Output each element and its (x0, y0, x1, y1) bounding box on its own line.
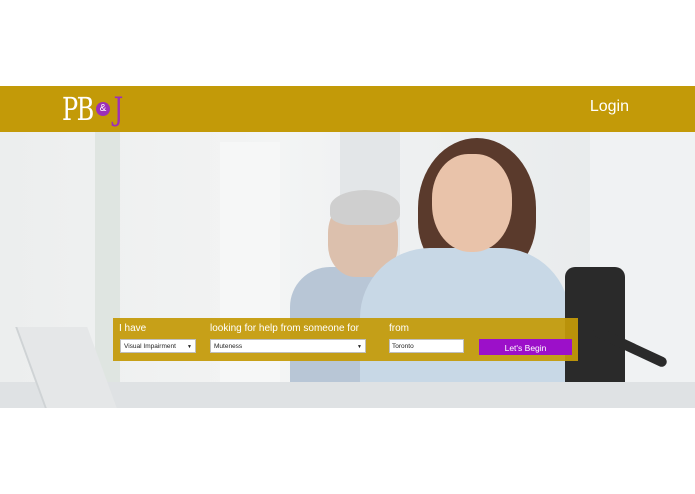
hero-woman-face (432, 154, 512, 252)
hero-image (0, 132, 695, 408)
logo-ampersand: & (96, 102, 110, 116)
top-header: PB & J Login (0, 86, 695, 132)
chevron-down-icon: ▼ (187, 344, 192, 350)
chevron-down-icon: ▼ (357, 344, 362, 350)
pbj-logo[interactable]: PB & J (62, 89, 125, 129)
help-type-select-value: Muteness (214, 343, 243, 350)
condition-select[interactable]: Visual Impairment ▼ (120, 339, 196, 353)
search-form: I have looking for help from someone for… (113, 318, 578, 361)
hero-window-shape (220, 142, 280, 402)
condition-select-value: Visual Impairment (124, 343, 176, 350)
hero-man-hair (330, 190, 400, 225)
location-input[interactable]: Toronto (389, 339, 464, 353)
help-type-select[interactable]: Muteness ▼ (210, 339, 366, 353)
have-label: I have (119, 323, 147, 334)
from-label: from (389, 323, 409, 334)
lets-begin-button[interactable]: Let's Begin (479, 339, 572, 355)
looking-label: looking for help from someone for (210, 323, 359, 334)
logo-pb-text: PB (62, 90, 94, 128)
login-link[interactable]: Login (590, 98, 629, 116)
logo-j-text: J (113, 90, 124, 128)
